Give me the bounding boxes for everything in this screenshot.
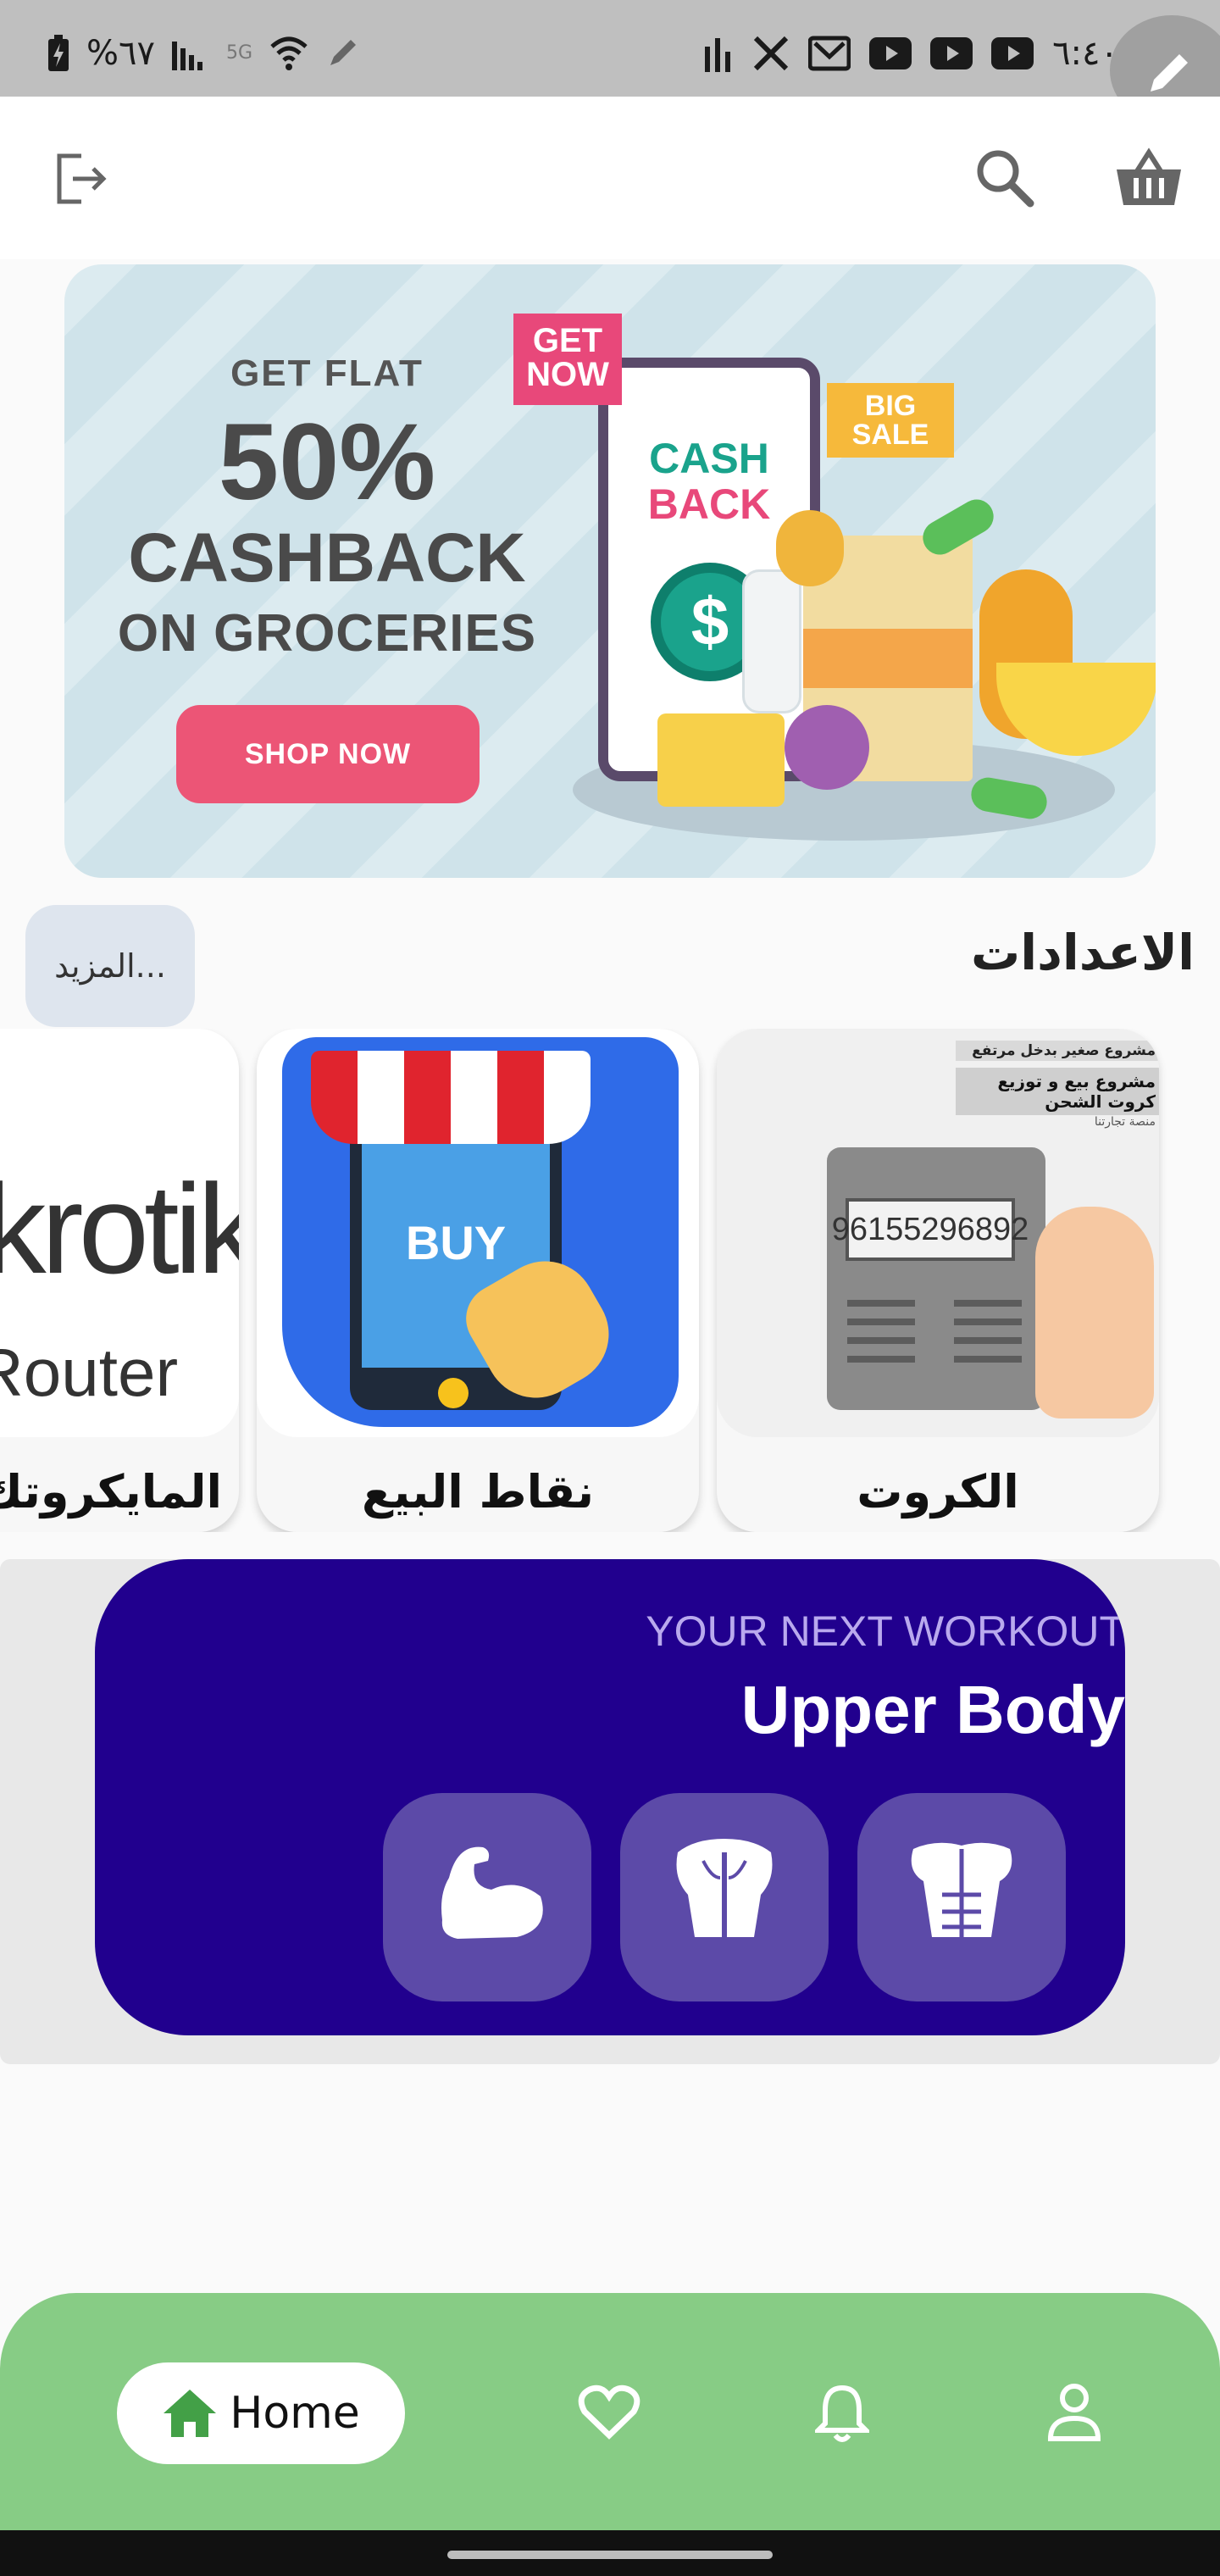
battery-percent: %٦٧	[86, 34, 155, 73]
nav-notifications[interactable]	[812, 2383, 873, 2447]
milk-bottle-illustration	[742, 569, 801, 713]
jam-jar-illustration	[785, 705, 869, 790]
workout-subtitle: YOUR NEXT WORKOUT	[646, 1607, 1125, 1655]
wifi-icon	[270, 36, 308, 70]
muscle-button-biceps[interactable]	[383, 1793, 591, 2001]
workout-title: Upper Body	[740, 1672, 1125, 1747]
youtube-icon	[869, 37, 912, 69]
mail-icon	[808, 36, 851, 71]
youtube-icon	[930, 37, 973, 69]
bell-icon	[812, 2384, 873, 2442]
x-icon	[753, 36, 789, 71]
shop-awning-illustration	[311, 1051, 591, 1144]
image-caption-3: منصة تجارتنا	[1094, 1115, 1156, 1129]
muscle-button-chest[interactable]	[857, 1793, 1066, 2001]
back-muscles-icon	[676, 1839, 773, 1937]
category-carousel[interactable]: مشروع صغير بدخل مرتفع مشروع بيع و توزيع …	[0, 1029, 1220, 1532]
muscle-button-back[interactable]	[620, 1793, 829, 2001]
battery-charging-icon	[48, 35, 69, 71]
pencil-icon	[1151, 54, 1188, 92]
cart-button[interactable]	[1115, 147, 1183, 212]
pen-icon	[330, 40, 357, 65]
section-title: الاعدادات	[970, 924, 1195, 981]
mikrotik-router-text: Router	[0, 1335, 179, 1410]
hand-illustration	[1035, 1207, 1154, 1418]
system-gesture-bar	[0, 2530, 1220, 2576]
search-button[interactable]	[974, 147, 1035, 212]
category-image-mikrotik: Mikrotik Router	[0, 1029, 239, 1437]
more-button[interactable]: المزيد...	[25, 905, 195, 1027]
banner-line-2: 50%	[218, 402, 436, 523]
search-icon	[977, 150, 1034, 208]
get-now-tag: GET NOW	[513, 314, 622, 405]
category-label-pos: نقاط البيع	[361, 1465, 595, 1518]
bottom-navigation: Home	[0, 2293, 1220, 2530]
person-icon	[1047, 2384, 1101, 2441]
heart-icon	[578, 2384, 640, 2440]
clock: ٦:٤٠	[1052, 34, 1118, 73]
basket-icon	[1117, 147, 1181, 205]
category-label-mikrotik: المايكروتك	[0, 1465, 222, 1518]
cash-text: CASH	[649, 435, 769, 482]
card-reader-illustration: 96155296892	[827, 1147, 1045, 1410]
category-card-pos[interactable]: BUY نقاط البيع	[257, 1029, 699, 1532]
nav-favorites[interactable]	[578, 2383, 640, 2444]
pineapple-small-illustration	[776, 510, 844, 586]
buy-text: BUY	[405, 1216, 507, 1269]
mikrotik-logo-text: Mikrotik	[0, 1158, 239, 1300]
category-image-pos: BUY	[257, 1029, 699, 1437]
network-type: 5G	[225, 42, 253, 64]
app-bar	[0, 97, 1220, 259]
image-caption-2: مشروع بيع و توزيع كروت الشحن	[956, 1068, 1159, 1115]
tablet-home-button	[438, 1378, 469, 1408]
nav-profile[interactable]	[1047, 2383, 1101, 2446]
category-label-cards: الكروت	[857, 1465, 1019, 1518]
biceps-icon	[441, 1846, 543, 1939]
category-card-mikrotik[interactable]: Mikrotik Router المايكروتك	[0, 1029, 239, 1532]
logout-icon	[57, 153, 107, 204]
chest-abs-icon	[911, 1842, 1012, 1937]
banner-line-3: CASHBACK	[128, 519, 526, 597]
banner-line-1: GET FLAT	[230, 353, 424, 394]
back-text: BACK	[647, 480, 771, 528]
signal-icon	[171, 42, 202, 70]
status-right: ٦:٤٠	[703, 34, 1118, 73]
nav-home[interactable]: Home	[117, 2362, 405, 2464]
promo-banner[interactable]: GET FLAT 50% CASHBACK ON GROCERIES SHOP …	[64, 264, 1156, 878]
nav-home-label: Home	[230, 2388, 360, 2439]
logout-button[interactable]	[53, 151, 108, 210]
status-left: %٦٧ 5G	[47, 34, 359, 73]
big-sale-tag: BIG SALE	[827, 383, 954, 458]
reader-lines-left	[847, 1300, 915, 1307]
banner-line-4: ON GROCERIES	[117, 604, 537, 663]
status-bar: %٦٧ 5G ٦:٤٠	[0, 0, 1220, 125]
workout-card[interactable]: YOUR NEXT WORKOUT Upper Body	[95, 1559, 1125, 2035]
cheese-illustration	[657, 713, 785, 807]
scratch-card-number: 96155296892	[832, 1198, 1029, 1261]
home-icon	[164, 2390, 217, 2437]
image-caption-1: مشروع صغير بدخل مرتفع	[956, 1041, 1159, 1061]
category-image-cards: مشروع صغير بدخل مرتفع مشروع بيع و توزيع …	[717, 1029, 1159, 1437]
workout-section: YOUR NEXT WORKOUT Upper Body	[0, 1559, 1220, 2064]
bars-icon	[705, 38, 731, 72]
bag-stripe	[803, 629, 973, 688]
youtube-icon	[991, 37, 1034, 69]
reader-lines-right	[954, 1300, 1022, 1307]
shop-now-button[interactable]: SHOP NOW	[176, 705, 480, 803]
cashback-text: CASH BACK	[608, 436, 810, 527]
gesture-handle[interactable]	[447, 2551, 773, 2559]
category-card-cards[interactable]: مشروع صغير بدخل مرتفع مشروع بيع و توزيع …	[717, 1029, 1159, 1532]
